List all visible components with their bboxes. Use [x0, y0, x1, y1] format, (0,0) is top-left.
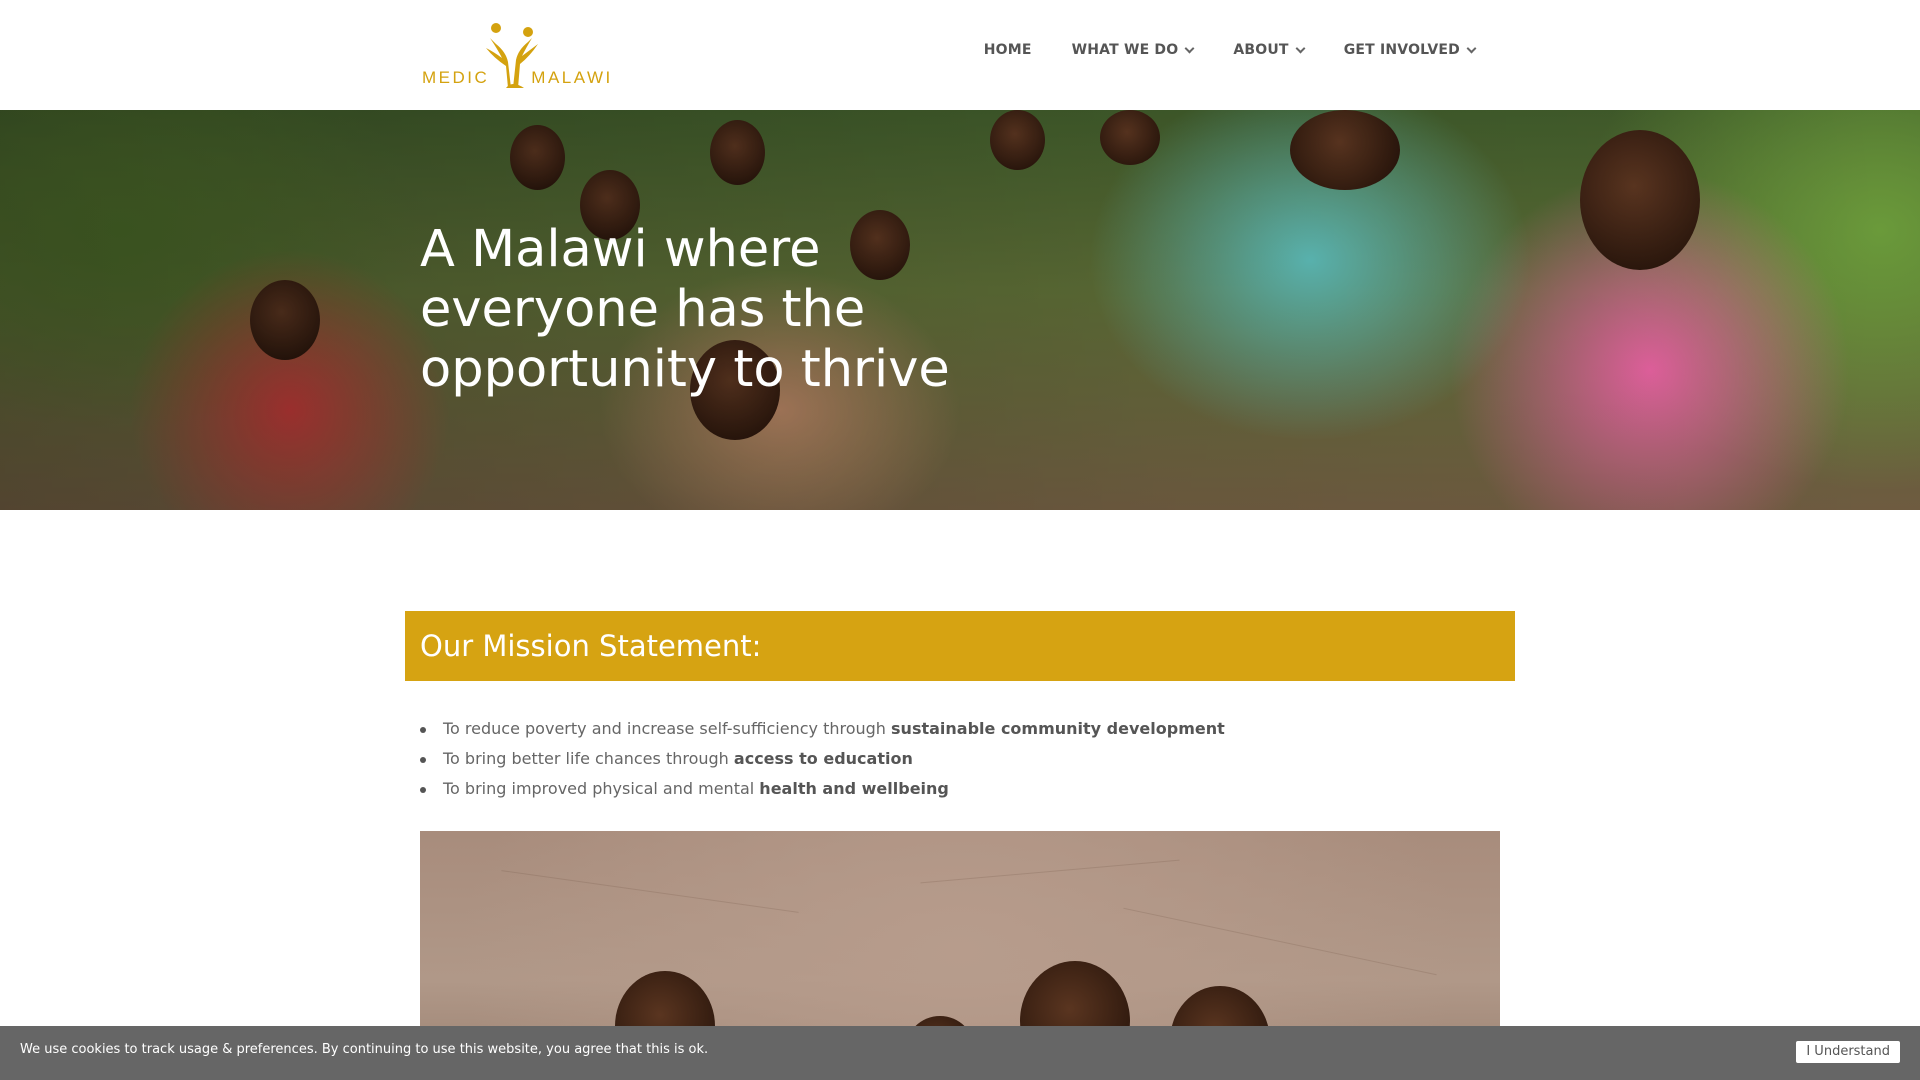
hero-title: A Malawi where everyone has the opportun… — [420, 220, 950, 399]
nav-get-involved[interactable]: GET INVOLVED — [1344, 42, 1477, 58]
chevron-down-icon — [1184, 43, 1195, 53]
mission-list: To reduce poverty and increase self-suff… — [420, 714, 1520, 804]
mission-title: Our Mission Statement: — [420, 629, 762, 663]
cookie-message: We use cookies to track usage & preferen… — [20, 1042, 709, 1057]
logo[interactable]: MEDIC MALAWI — [420, 20, 620, 90]
mission-header: Our Mission Statement: — [405, 611, 1515, 681]
chevron-down-icon — [1466, 43, 1477, 53]
nav-home[interactable]: HOME — [984, 42, 1032, 58]
cookie-accept-button[interactable]: I Understand — [1796, 1041, 1900, 1063]
main-nav: HOME WHAT WE DO ABOUT GET INVOLVED — [944, 42, 1477, 58]
site-header: MEDIC MALAWI HOME WHAT WE DO ABOUT GET IN… — [0, 0, 1920, 110]
hero-banner: A Malawi where everyone has the opportun… — [0, 110, 1920, 510]
nav-what-we-do[interactable]: WHAT WE DO — [1072, 42, 1195, 58]
list-item: To bring better life chances through acc… — [420, 744, 1520, 774]
nav-about[interactable]: ABOUT — [1233, 42, 1306, 58]
chevron-down-icon — [1295, 43, 1306, 53]
list-item: To reduce poverty and increase self-suff… — [420, 714, 1520, 744]
logo-text: MEDIC MALAWI — [422, 68, 613, 87]
cookie-banner: We use cookies to track usage & preferen… — [0, 1026, 1920, 1080]
list-item: To bring improved physical and mental he… — [420, 774, 1520, 804]
